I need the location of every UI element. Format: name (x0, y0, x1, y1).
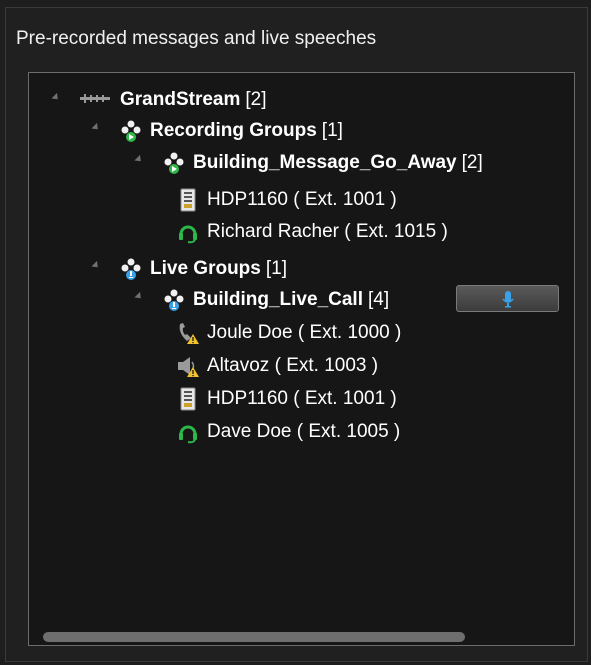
tree-node-label: Building_Live_Call (193, 289, 363, 310)
tree-member-altavoz[interactable]: Altavoz ( Ext. 1003 ) (177, 352, 378, 380)
tree-member-joule-doe[interactable]: Joule Doe ( Ext. 1000 ) (177, 319, 401, 347)
tree-node-count: [2] (245, 89, 267, 110)
headset-icon (177, 420, 199, 444)
paging-device-icon (177, 387, 199, 411)
tree-member-label: HDP1160 ( Ext. 1001 ) (207, 388, 397, 409)
tree-member-hdp1160[interactable]: HDP1160 ( Ext. 1001 ) (177, 385, 397, 413)
tree-node-grandstream[interactable]: GrandStream [2] (78, 86, 267, 114)
tree-node-label: Live Groups (150, 258, 261, 279)
live-call-microphone-button[interactable] (456, 285, 559, 312)
tree-member-label: Altavoz ( Ext. 1003 ) (207, 355, 379, 376)
live-group-icon (163, 288, 185, 312)
speaker-warning-icon (177, 354, 199, 378)
tree-node-count: [1] (265, 258, 287, 279)
tree-member-label: Dave Doe ( Ext. 1005 ) (207, 421, 401, 442)
tree-node-building-live-call[interactable]: Building_Live_Call [4] (163, 286, 389, 314)
tree-member-label: HDP1160 ( Ext. 1001 ) (207, 189, 397, 210)
tree-node-live-groups[interactable]: Live Groups [1] (120, 255, 287, 283)
tree-node-label: GrandStream (120, 89, 241, 110)
network-icon (78, 88, 112, 112)
recording-group-icon (163, 151, 185, 175)
tree-node-count: [2] (461, 152, 483, 173)
microphone-icon (501, 290, 514, 308)
tree-member-richard-racher[interactable]: Richard Racher ( Ext. 1015 ) (177, 218, 448, 246)
tree-node-label: Building_Message_Go_Away (193, 152, 457, 173)
tree-member-hdp1160[interactable]: HDP1160 ( Ext. 1001 ) (177, 186, 397, 214)
live-group-icon (120, 257, 142, 281)
tree-node-count: [4] (367, 289, 390, 310)
tree-member-label: Richard Racher ( Ext. 1015 ) (207, 221, 448, 242)
horizontal-scrollbar[interactable] (43, 632, 465, 642)
panel-title: Pre-recorded messages and live speeches (16, 28, 377, 49)
paging-device-icon (177, 188, 199, 212)
tree-node-recording-groups[interactable]: Recording Groups [1] (120, 117, 343, 145)
tree-node-count: [1] (321, 120, 343, 141)
tree-member-dave-doe[interactable]: Dave Doe ( Ext. 1005 ) (177, 418, 400, 446)
headset-icon (177, 220, 199, 244)
recording-group-icon (120, 119, 142, 143)
tree-member-label: Joule Doe ( Ext. 1000 ) (207, 322, 402, 343)
tree-node-label: Recording Groups (150, 120, 317, 141)
tree-node-building-message-go-away[interactable]: Building_Message_Go_Away [2] (163, 149, 483, 177)
phone-warning-icon (177, 321, 199, 345)
